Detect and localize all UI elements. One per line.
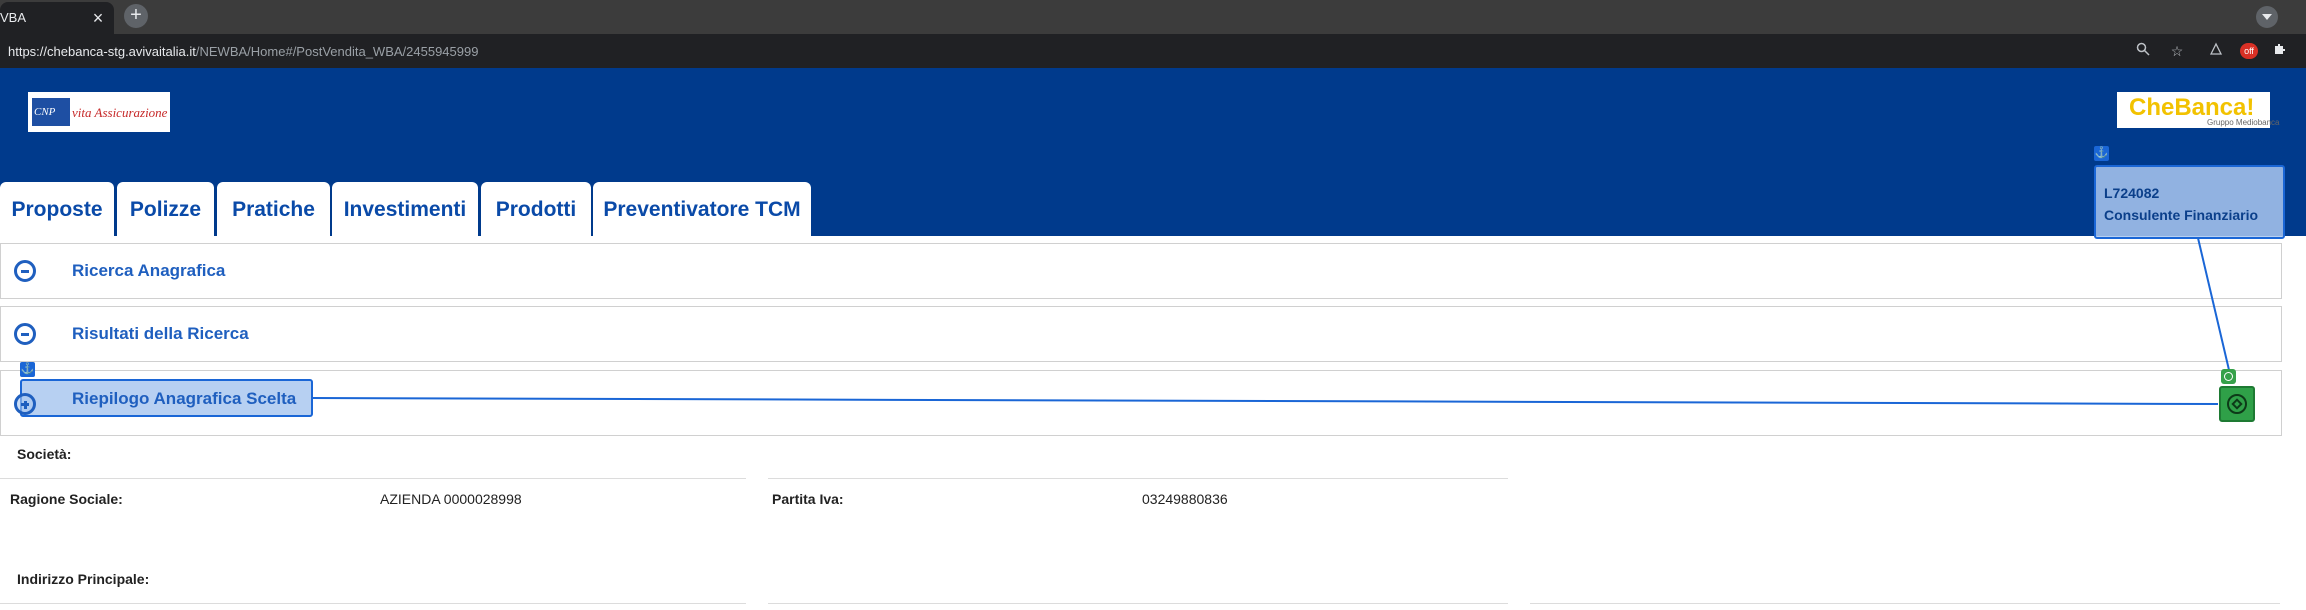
annotation-connectors [311,237,2230,405]
crosshair-icon [2227,394,2247,414]
section-title[interactable]: Riepilogo Anagrafica Scelta [72,389,296,409]
target-marker-icon [2221,369,2236,384]
user-code: L724082 [2104,185,2160,201]
user-role: Consulente Finanziario [2104,207,2259,223]
user-info-box[interactable]: L724082 Consulente Finanziario [2094,165,2285,239]
anchor-icon[interactable]: ⚓ [20,362,35,377]
highlighted-section-title[interactable]: Riepilogo Anagrafica Scelta [20,379,313,417]
target-icon[interactable] [2219,386,2255,422]
anchor-icon[interactable]: ⚓ [2094,146,2109,161]
expand-icon[interactable] [14,393,36,415]
